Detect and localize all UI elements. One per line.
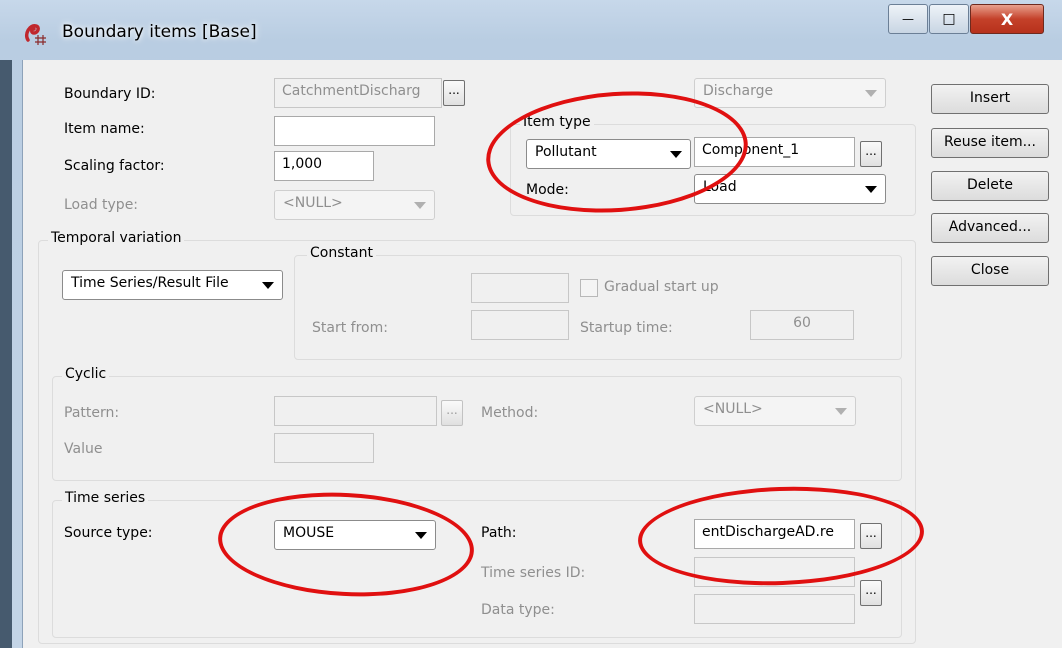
insert-button[interactable]: Insert	[931, 84, 1049, 114]
minimize-icon: —	[902, 12, 914, 26]
data-type-input[interactable]	[694, 594, 855, 624]
gradual-start-label: Gradual start up	[604, 279, 719, 295]
time-series-browse-button[interactable]: ...	[860, 580, 882, 606]
boundary-id-field[interactable]: CatchmentDischarg	[274, 78, 442, 108]
close-button[interactable]: Close	[931, 256, 1049, 286]
source-type-label: Source type:	[64, 525, 153, 541]
close-icon: X	[1000, 9, 1014, 29]
discharge-select[interactable]: Discharge	[694, 78, 886, 108]
ellipsis-icon: ...	[865, 144, 877, 158]
maximize-icon: □	[942, 11, 956, 27]
value-label: Value	[64, 441, 103, 457]
constant-group-label: Constant	[307, 245, 376, 261]
chevron-down-icon	[414, 202, 426, 209]
ellipsis-icon: ...	[865, 583, 877, 597]
load-type-value: <NULL>	[283, 195, 343, 211]
chevron-down-icon	[865, 186, 877, 193]
pattern-browse-button[interactable]: ...	[441, 400, 463, 426]
boundary-id-label: Boundary ID:	[64, 86, 156, 102]
scaling-factor-input[interactable]: 1,000	[274, 151, 374, 181]
time-series-group-label: Time series	[62, 490, 149, 506]
temporal-variation-select[interactable]: Time Series/Result File	[62, 270, 283, 300]
start-from-input[interactable]	[471, 310, 569, 340]
scaling-factor-label: Scaling factor:	[64, 158, 165, 174]
method-label: Method:	[481, 405, 539, 421]
cyclic-group-label: Cyclic	[62, 366, 110, 382]
chevron-down-icon	[262, 282, 274, 289]
path-label: Path:	[481, 525, 517, 541]
ellipsis-icon: ...	[448, 83, 460, 97]
item-name-input[interactable]	[274, 116, 435, 146]
pattern-label: Pattern:	[64, 405, 120, 421]
delete-button[interactable]: Delete	[931, 171, 1049, 201]
start-from-label: Start from:	[312, 320, 388, 336]
component-browse-button[interactable]: ...	[860, 141, 882, 167]
data-type-label: Data type:	[481, 602, 555, 618]
window-title: Boundary items [Base]	[62, 22, 257, 42]
temporal-variation-label: Temporal variation	[48, 230, 185, 246]
constant-value-input[interactable]	[471, 273, 569, 303]
discharge-value: Discharge	[703, 83, 774, 99]
startup-time-input[interactable]: 60	[750, 310, 854, 340]
ellipsis-icon: ...	[446, 403, 458, 417]
close-window-button[interactable]: X	[970, 4, 1044, 34]
cyclic-group	[52, 376, 902, 481]
app-logo-icon	[24, 24, 46, 45]
constant-group	[294, 255, 902, 360]
reuse-item-button[interactable]: Reuse item...	[931, 128, 1049, 158]
title-bar[interactable]: Boundary items [Base] — □ X	[0, 0, 1062, 60]
background-edge	[0, 60, 12, 648]
chevron-down-icon	[835, 408, 847, 415]
item-name-label: Item name:	[64, 121, 145, 137]
method-value: <NULL>	[703, 401, 763, 417]
temporal-variation-value: Time Series/Result File	[71, 275, 229, 291]
pattern-input[interactable]	[274, 396, 437, 426]
maximize-button[interactable]: □	[929, 4, 969, 34]
load-type-label: Load type:	[64, 197, 139, 213]
load-type-select[interactable]: <NULL>	[274, 190, 435, 220]
time-series-id-label: Time series ID:	[481, 565, 586, 581]
boundary-id-browse-button[interactable]: ...	[443, 80, 465, 106]
minimize-button[interactable]: —	[888, 4, 928, 34]
chevron-down-icon	[865, 90, 877, 97]
startup-time-label: Startup time:	[580, 320, 673, 336]
method-select[interactable]: <NULL>	[694, 396, 856, 426]
cyclic-value-input[interactable]	[274, 433, 374, 463]
gradual-start-checkbox[interactable]	[580, 279, 598, 297]
advanced-button[interactable]: Advanced...	[931, 213, 1049, 243]
